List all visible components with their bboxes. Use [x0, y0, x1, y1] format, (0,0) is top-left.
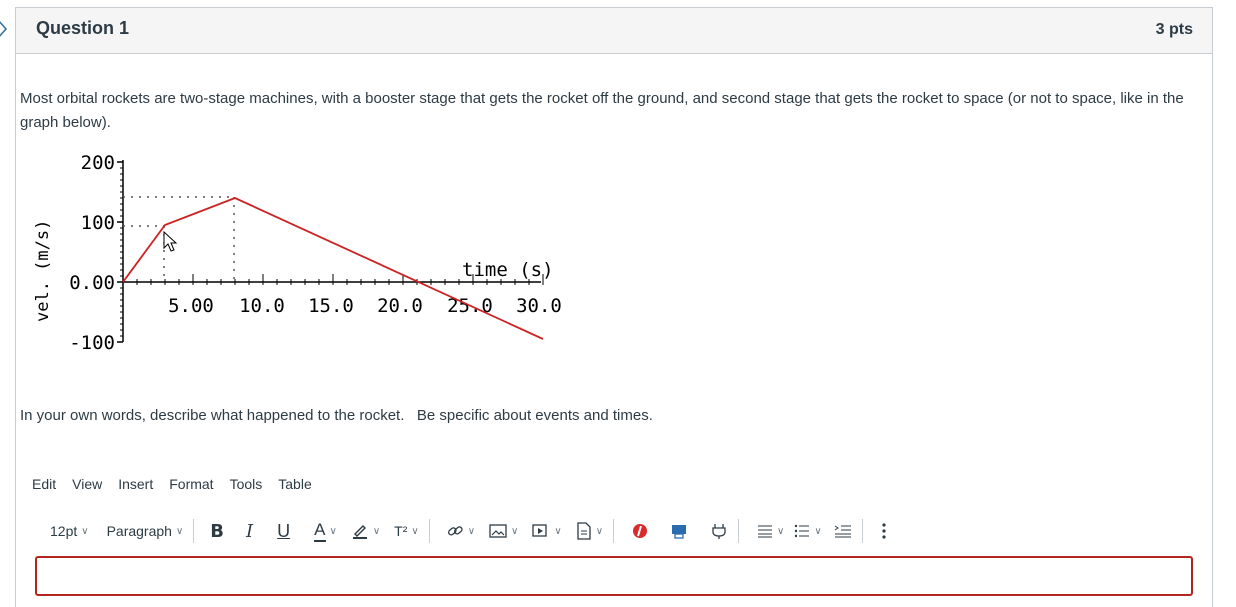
- menu-edit[interactable]: Edit: [32, 476, 56, 492]
- underline-button[interactable]: U: [277, 516, 290, 546]
- y-tick-label: 0.00: [69, 272, 115, 294]
- highlight-button[interactable]: ∨: [351, 516, 380, 546]
- chevron-down-icon: ∨: [814, 525, 822, 537]
- align-icon: [758, 525, 773, 538]
- y-tick-label: -100: [69, 332, 115, 354]
- editor-menubar: Edit View Insert Format Tools Table: [32, 476, 328, 492]
- toolbar-divider: [613, 519, 615, 543]
- question-prompt: In your own words, describe what happene…: [20, 407, 653, 424]
- x-tick-label: 30.0: [516, 295, 562, 317]
- y-tick-label: 100: [81, 212, 115, 234]
- document-button[interactable]: ∨: [576, 516, 603, 546]
- embed-icon: [672, 525, 687, 539]
- plug-icon: [712, 524, 726, 539]
- chevron-down-icon: ∨: [554, 525, 562, 537]
- image-button[interactable]: ∨: [489, 516, 518, 546]
- menu-insert[interactable]: Insert: [118, 476, 153, 492]
- image-icon: [489, 524, 507, 538]
- question-text: Most orbital rockets are two-stage machi…: [20, 90, 1184, 131]
- question-header: Question 1 3 pts: [16, 8, 1212, 54]
- mouse-cursor-icon: [163, 230, 178, 252]
- chevron-down-icon: ∨: [511, 525, 519, 537]
- superscript-button[interactable]: T² ∨: [394, 516, 419, 546]
- align-button[interactable]: ∨: [757, 516, 784, 546]
- editor-toolbar: 12pt ∨ Paragraph ∨ B I U A ∨ ∨ T² ∨ ∨ ∨ ∨ ∨: [34, 515, 887, 547]
- question-title: Question 1: [36, 18, 130, 38]
- document-icon: [577, 522, 591, 540]
- chevron-down-icon: ∨: [372, 525, 381, 537]
- bullet-list-icon: [795, 524, 810, 538]
- media-button[interactable]: ∨: [532, 516, 562, 546]
- answer-editor[interactable]: [35, 556, 1193, 596]
- y-tick-label: 200: [81, 152, 115, 174]
- more-options-button[interactable]: [881, 516, 887, 546]
- link-button[interactable]: ∨: [446, 516, 475, 546]
- chevron-down-icon: ∨: [81, 525, 89, 537]
- plugin-button[interactable]: [710, 516, 728, 546]
- menu-table[interactable]: Table: [278, 476, 311, 492]
- embed-button[interactable]: [670, 516, 688, 546]
- indent-button[interactable]: [834, 516, 852, 546]
- toolbar-divider: [861, 519, 863, 543]
- chevron-down-icon: ∨: [329, 525, 337, 537]
- x-tick-label: 20.0: [377, 295, 423, 317]
- font-size-select[interactable]: 12pt ∨: [50, 516, 89, 546]
- apps-button[interactable]: [632, 516, 648, 546]
- bold-button[interactable]: B: [210, 516, 224, 546]
- chevron-down-icon: ∨: [175, 525, 184, 537]
- more-vertical-icon: [882, 523, 886, 539]
- x-tick-label: 10.0: [239, 295, 285, 317]
- chevron-down-icon: ∨: [777, 525, 785, 537]
- highlighter-icon: [352, 525, 367, 539]
- chevron-down-icon: ∨: [595, 525, 604, 537]
- list-button[interactable]: ∨: [794, 516, 822, 546]
- x-tick-label: 5.00: [168, 295, 214, 317]
- toolbar-divider: [428, 519, 430, 543]
- app-logo-icon: [633, 524, 648, 538]
- menu-format[interactable]: Format: [169, 476, 213, 492]
- chevron-down-icon: ∨: [467, 525, 476, 537]
- x-tick-label: 15.0: [308, 295, 354, 317]
- y-axis-label: vel. (m/s): [33, 220, 53, 322]
- link-icon: [447, 526, 463, 536]
- x-axis-label: time (s): [462, 259, 554, 281]
- toolbar-divider: [738, 519, 740, 543]
- menu-tools[interactable]: Tools: [230, 476, 263, 492]
- indent-icon: [834, 525, 851, 538]
- media-icon: [532, 524, 548, 537]
- collapse-arrow-icon[interactable]: [0, 18, 10, 40]
- text-color-button[interactable]: A ∨: [314, 516, 337, 546]
- toolbar-divider: [193, 519, 195, 543]
- block-format-select[interactable]: Paragraph ∨: [107, 516, 184, 546]
- chevron-down-icon: ∨: [411, 525, 419, 537]
- italic-button[interactable]: I: [246, 516, 253, 546]
- question-points: 3 pts: [1155, 21, 1193, 38]
- velocity-time-graph: 200 100 0.00 -100 5.00 10.0 15.0 20.0 25…: [33, 152, 562, 354]
- menu-view[interactable]: View: [72, 476, 102, 492]
